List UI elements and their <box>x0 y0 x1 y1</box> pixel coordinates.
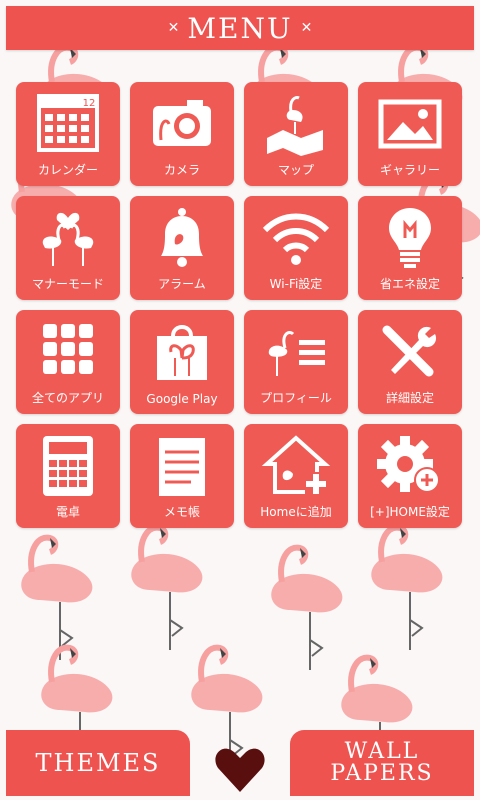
app-label: Homeに追加 <box>260 505 332 519</box>
themes-label: THEMES <box>35 749 161 777</box>
app-grid: 12 カレンダー カメラ マップ ギャラリー マナーモード アラーム Wi-Fi… <box>16 82 464 528</box>
gallery-icon <box>378 99 442 149</box>
app-tile-home-settings[interactable]: [+]HOME設定 <box>358 424 462 528</box>
app-tile-alarm[interactable]: アラーム <box>130 196 234 300</box>
app-label: マップ <box>277 163 314 177</box>
alarm-bell-icon <box>161 208 203 267</box>
app-label: 全てのアプリ <box>31 391 104 405</box>
app-label: カメラ <box>163 163 200 177</box>
app-label: マナーモード <box>31 277 104 291</box>
notepad-icon <box>159 432 205 496</box>
app-label: [+]HOME設定 <box>370 505 450 519</box>
themes-button[interactable]: THEMES <box>6 730 190 796</box>
header-deco-right: ✕ <box>300 20 313 36</box>
app-tile-map[interactable]: マップ <box>244 82 348 186</box>
wallpapers-label-line-1: WALL <box>344 739 420 764</box>
app-tile-gallery[interactable]: ギャラリー <box>358 82 462 186</box>
app-label: プロフィール <box>260 391 332 405</box>
app-tile-profile[interactable]: プロフィール <box>244 310 348 414</box>
app-tile-calculator[interactable]: 電卓 <box>16 424 120 528</box>
calculator-icon <box>43 436 93 496</box>
app-tile-manner-mode[interactable]: マナーモード <box>16 196 120 300</box>
shopping-bag-icon <box>157 325 207 380</box>
wallpapers-label-line-2: PAPERS <box>330 761 434 786</box>
profile-list-icon <box>268 331 325 376</box>
app-label: メモ帳 <box>163 505 200 519</box>
app-label: 省エネ設定 <box>379 277 440 291</box>
page-title: MENU <box>187 11 293 45</box>
app-tile-all-apps[interactable]: 全てのアプリ <box>16 310 120 414</box>
camera-icon <box>153 100 211 146</box>
app-label: アラーム <box>158 277 206 291</box>
app-label: 詳細設定 <box>385 391 434 405</box>
home-add-icon <box>261 435 331 494</box>
app-label: Google Play <box>146 392 218 406</box>
app-grid-icon <box>43 324 93 374</box>
app-label: カレンダー <box>37 163 98 177</box>
tools-icon <box>382 325 437 377</box>
app-tile-wifi[interactable]: Wi-Fi設定 <box>244 196 348 300</box>
wifi-icon <box>262 213 330 265</box>
app-label: Wi-Fi設定 <box>269 277 323 291</box>
app-tile-google-play[interactable]: Google Play <box>130 310 234 414</box>
menu-header: ✕ MENU ✕ <box>6 6 474 50</box>
app-tile-notepad[interactable]: メモ帳 <box>130 424 234 528</box>
app-tile-home-add[interactable]: Homeに追加 <box>244 424 348 528</box>
map-icon <box>267 96 323 156</box>
lightbulb-icon <box>389 208 431 268</box>
app-tile-advanced-settings[interactable]: 詳細設定 <box>358 310 462 414</box>
app-tile-energy-saving[interactable]: 省エネ設定 <box>358 196 462 300</box>
app-label: 電卓 <box>55 505 80 519</box>
heart-icon[interactable] <box>214 746 266 794</box>
manner-mode-flamingo-heart-icon <box>42 212 94 266</box>
calendar-icon: 12 <box>37 94 99 152</box>
header-deco-left: ✕ <box>167 20 180 36</box>
app-label: ギャラリー <box>379 163 440 177</box>
gear-plus-icon <box>377 436 440 493</box>
wallpapers-button[interactable]: WALL PAPERS <box>290 730 474 796</box>
app-tile-calendar[interactable]: 12 カレンダー <box>16 82 120 186</box>
calendar-day: 12 <box>83 98 96 109</box>
app-tile-camera[interactable]: カメラ <box>130 82 234 186</box>
